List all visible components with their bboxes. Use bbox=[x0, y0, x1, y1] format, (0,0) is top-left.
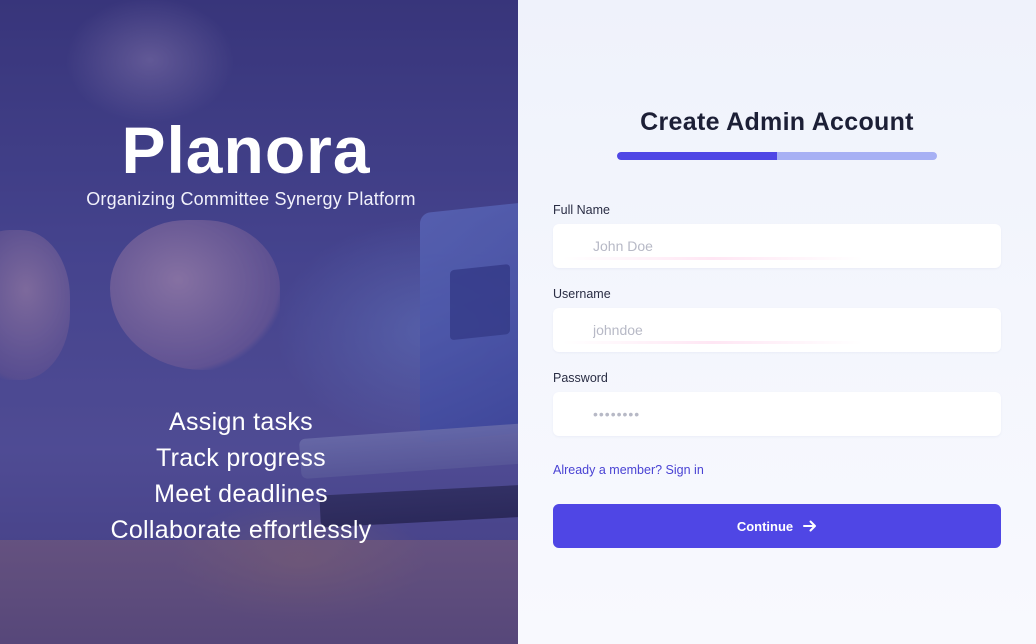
username-input[interactable] bbox=[553, 308, 1001, 352]
feature-list: Assign tasks Track progress Meet deadlin… bbox=[0, 404, 482, 548]
full-name-input[interactable] bbox=[553, 224, 1001, 268]
form-title: Create Admin Account bbox=[640, 108, 914, 136]
feature-item: Assign tasks bbox=[169, 408, 313, 436]
password-field-container bbox=[553, 392, 1001, 436]
feature-item: Track progress bbox=[156, 444, 326, 472]
brand-tagline: Organizing Committee Synergy Platform bbox=[86, 189, 416, 209]
username-field-container bbox=[553, 308, 1001, 352]
signin-link[interactable]: Already a member? Sign in bbox=[553, 463, 704, 477]
input-highlight bbox=[563, 257, 863, 260]
input-highlight bbox=[563, 341, 863, 344]
signup-form-panel: Create Admin Account Full Name Username … bbox=[518, 0, 1036, 644]
arrow-right-icon bbox=[803, 520, 817, 532]
continue-button-label: Continue bbox=[736, 518, 794, 534]
brand-title: Planora bbox=[121, 113, 371, 187]
continue-button[interactable]: Continue bbox=[553, 504, 1001, 548]
progress-bar-fill bbox=[617, 152, 777, 160]
progress-bar bbox=[617, 152, 937, 160]
hero-panel: Planora Organizing Committee Synergy Pla… bbox=[0, 0, 518, 644]
password-label: Password bbox=[553, 371, 608, 385]
full-name-label: Full Name bbox=[553, 203, 610, 217]
full-name-field-container bbox=[553, 224, 1001, 268]
feature-item: Meet deadlines bbox=[154, 480, 328, 508]
feature-item: Collaborate effortlessly bbox=[110, 516, 372, 544]
username-label: Username bbox=[553, 287, 611, 301]
password-input[interactable] bbox=[553, 392, 1001, 436]
